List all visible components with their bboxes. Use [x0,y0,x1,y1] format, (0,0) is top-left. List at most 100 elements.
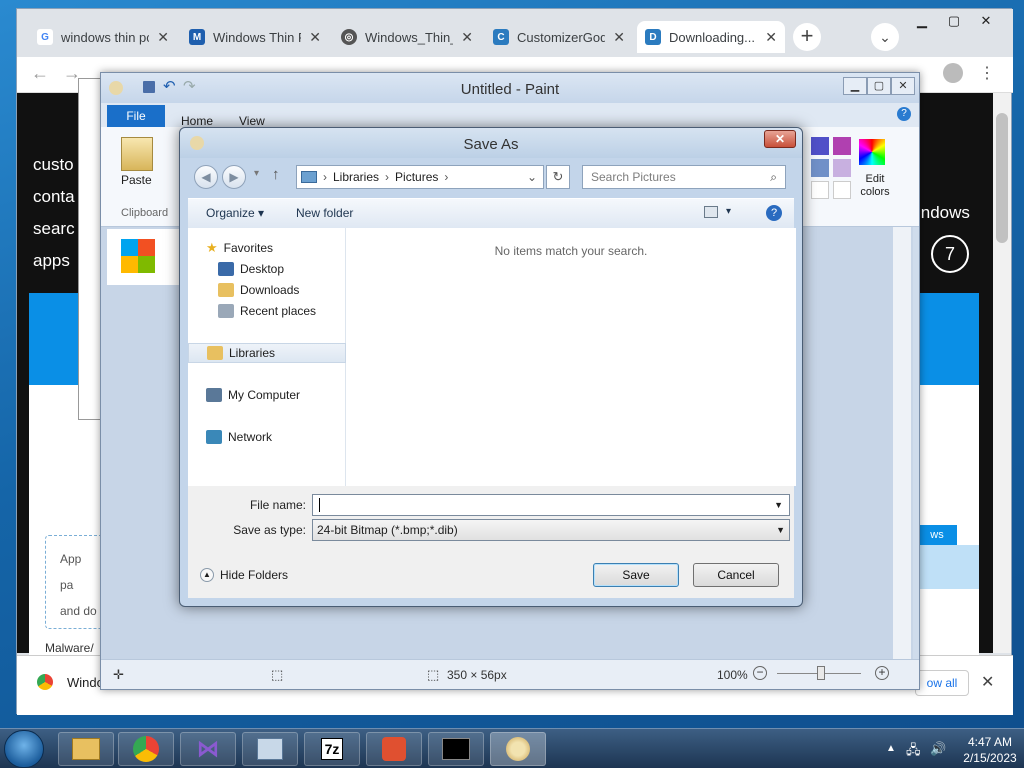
nav-libraries[interactable]: Libraries [188,343,346,363]
save-type-select[interactable]: 24-bit Bitmap (*.bmp;*.dib) ▼ [312,519,790,541]
up-icon[interactable]: ↑ [272,166,280,183]
profile-icon[interactable] [943,63,963,83]
download-item[interactable]: Windo [67,675,104,690]
zoom-thumb[interactable] [817,666,825,680]
tab-1[interactable]: G windows thin pc ✕ [29,21,177,53]
tab-file[interactable]: File [107,105,165,127]
start-button[interactable] [4,730,44,768]
minimize-icon[interactable]: ▁ [843,77,867,95]
new-tab-button[interactable]: + [793,23,821,51]
paste-label[interactable]: Paste [121,173,152,187]
recent-pages-icon[interactable]: ▾ [254,168,259,179]
menu-icon[interactable]: ⋮ [979,63,995,83]
canvas-scrollbar[interactable] [893,227,911,659]
page-link[interactable]: searc [33,219,75,239]
nav-recent-places[interactable]: Recent places [188,301,346,321]
color-swatch[interactable] [833,159,851,177]
view-options-icon[interactable] [704,206,718,218]
edit-colors-icon[interactable] [859,139,885,165]
forward-icon[interactable]: ▶ [222,165,246,189]
cancel-button[interactable]: Cancel [693,563,779,587]
7zip-icon[interactable]: 7z [304,732,360,766]
close-icon[interactable]: ✕ [764,130,796,148]
chevron-down-icon[interactable]: ▾ [726,206,731,217]
address-bar[interactable]: › Libraries › Pictures › ⌄ [296,165,544,189]
tab-view[interactable]: View [239,114,265,128]
back-icon[interactable]: ← [31,63,49,84]
customizergod-icon[interactable] [366,732,422,766]
chevron-down-icon[interactable]: ⌄ [527,170,537,184]
color-swatch[interactable] [811,181,829,199]
show-all-button[interactable]: ow all [915,670,969,696]
chevron-down-icon[interactable]: ▼ [774,500,783,510]
nav-downloads[interactable]: Downloads [188,280,346,300]
paint-titlebar: ↶ ↷ Untitled - Paint ▁ ▢ ✕ [101,73,919,103]
tab-2[interactable]: M Windows Thin PC ✕ [181,21,329,53]
control-panel-icon[interactable] [242,732,298,766]
color-swatch[interactable] [833,137,851,155]
close-tab-icon[interactable]: ✕ [765,29,777,46]
close-icon[interactable]: ✕ [891,77,915,95]
file-name-input[interactable]: ▼ [312,494,790,516]
close-tab-icon[interactable]: ✕ [157,29,169,46]
scroll-thumb[interactable] [996,113,1008,243]
paint-icon[interactable] [490,732,546,766]
nav-my-computer[interactable]: My Computer [188,385,346,405]
tab-5[interactable]: D Downloading... ✕ [637,21,785,53]
nav-desktop[interactable]: Desktop [188,259,346,279]
color-swatch[interactable] [811,159,829,177]
cmd-icon[interactable] [428,732,484,766]
save-button[interactable]: Save [593,563,679,587]
zoom-in-icon[interactable]: + [875,666,889,680]
tab-label: Windows_Thin_PC [365,29,453,45]
close-tab-icon[interactable]: ✕ [461,29,473,46]
edit-colors-label[interactable]: Edit colors [853,173,897,199]
minimize-icon[interactable]: ▁ [907,11,937,31]
paste-icon[interactable] [121,137,153,171]
system-tray: ▲ 🖧 🔊 4:47 AM 2/15/2023 [880,733,1020,767]
back-icon[interactable]: ◀ [194,165,218,189]
hide-folders-button[interactable]: ▲ Hide Folders [200,568,288,582]
network-icon[interactable]: 🖧 [906,741,921,763]
organize-button[interactable]: Organize ▾ [206,206,264,220]
color-swatch[interactable] [833,181,851,199]
close-tab-icon[interactable]: ✕ [309,29,321,46]
tab-4[interactable]: C CustomizerGod ✕ [485,21,633,53]
tab-search-button[interactable]: ⌄ [871,23,899,51]
file-list[interactable]: No items match your search. [346,228,796,486]
close-tab-icon[interactable]: ✕ [613,29,625,46]
search-input[interactable]: Search Pictures ⌕ [582,165,786,189]
nav-favorites[interactable]: ★ Favorites [188,238,346,258]
paint-canvas[interactable] [107,229,179,285]
breadcrumb-libraries[interactable]: Libraries [333,170,379,184]
new-folder-button[interactable]: New folder [296,206,353,220]
clock-time[interactable]: 4:47 AM [960,735,1020,749]
chrome-icon[interactable] [118,732,174,766]
zoom-out-icon[interactable]: − [753,666,767,680]
tab-3[interactable]: ◎ Windows_Thin_PC ✕ [333,21,481,53]
maximize-icon[interactable]: ▢ [939,11,969,31]
help-icon[interactable]: ? [766,205,782,221]
close-icon[interactable]: ✕ [981,672,994,692]
tab-home[interactable]: Home [181,114,213,128]
help-icon[interactable]: ? [897,107,911,121]
nav-label: My Computer [228,388,301,402]
show-hidden-icons[interactable]: ▲ [886,743,896,754]
maximize-icon[interactable]: ▢ [867,77,891,95]
explorer-icon[interactable] [58,732,114,766]
page-link[interactable]: conta [33,187,75,207]
nav-label: Desktop [240,262,285,276]
page-scrollbar[interactable] [993,93,1011,653]
visual-studio-icon[interactable]: ⋈ [180,732,236,766]
view-button[interactable]: ws [917,525,957,545]
volume-icon[interactable]: 🔊 [930,741,946,757]
color-swatch[interactable] [811,137,829,155]
text-cursor [319,498,320,512]
clock-date[interactable]: 2/15/2023 [958,751,1022,765]
breadcrumb-pictures[interactable]: Pictures [395,170,438,184]
close-icon[interactable]: ✕ [971,11,1001,31]
page-link[interactable]: custo [33,155,74,175]
nav-network[interactable]: Network [188,427,346,447]
refresh-icon[interactable]: ↻ [546,165,570,189]
page-link[interactable]: apps [33,251,70,271]
